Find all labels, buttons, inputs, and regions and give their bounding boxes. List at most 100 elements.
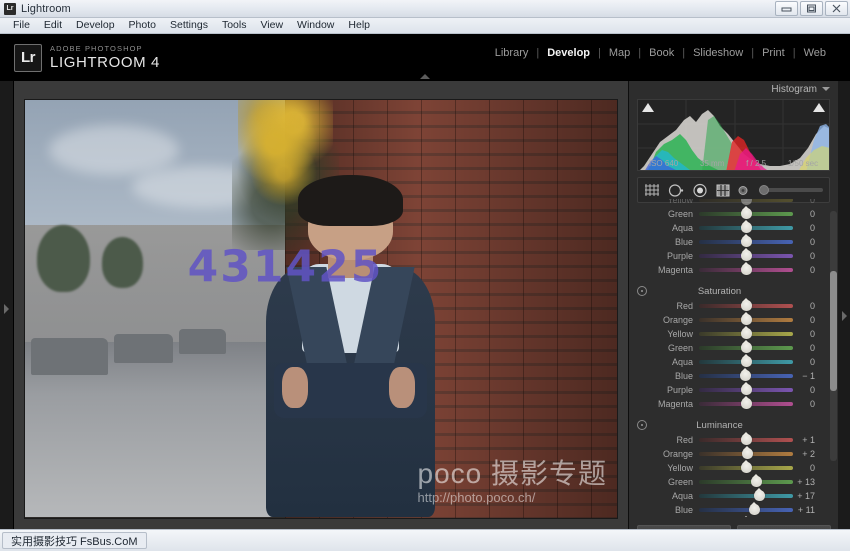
hsl-row-knob[interactable] [741,314,752,325]
module-print[interactable]: Print [754,47,793,59]
hsl-row[interactable]: Red 0 [629,299,826,313]
menu-item-view[interactable]: View [253,18,290,33]
adjustment-brush-tool-icon[interactable] [738,184,750,197]
hsl-row-track[interactable] [699,508,793,512]
maximize-button[interactable] [800,1,823,16]
hsl-row-track[interactable] [699,226,793,230]
menu-item-settings[interactable]: Settings [163,18,215,33]
left-panel-collapse-strip[interactable] [0,81,14,536]
histogram-widget[interactable]: ISO 640 35 mm f / 2.5 1/50 sec [637,99,830,171]
hsl-row-knob[interactable] [741,264,752,275]
hsl-row[interactable]: Purple 0 [629,383,826,397]
hsl-row[interactable]: Red + 1 [629,433,826,447]
spot-removal-tool-icon[interactable] [668,183,685,198]
histogram-shadow-clip-icon[interactable] [642,103,654,112]
hsl-row-track[interactable] [699,388,793,392]
right-panel-scroll-thumb[interactable] [830,271,837,391]
module-web[interactable]: Web [796,47,834,59]
hsl-row[interactable]: Orange 0 [629,313,826,327]
hsl-row[interactable]: Aqua 0 [629,355,826,369]
chevron-down-icon[interactable] [822,87,830,91]
hsl-row-knob[interactable] [741,462,752,473]
brush-size-slider-knob[interactable] [759,185,769,195]
histogram-header[interactable]: Histogram [629,81,838,97]
minimize-button[interactable] [775,1,798,16]
hsl-row-knob[interactable] [742,448,753,459]
menu-item-tools[interactable]: Tools [215,18,254,33]
hsl-row-track[interactable] [699,402,793,406]
hsl-row-knob[interactable] [741,208,752,219]
target-adjust-icon[interactable] [637,286,647,296]
target-adjust-icon[interactable] [637,420,647,430]
top-panel-collapse-arrow-icon[interactable] [420,74,430,79]
hsl-row-track[interactable] [699,254,793,258]
menu-item-file[interactable]: File [6,18,37,33]
hsl-row-track[interactable] [699,480,793,484]
menu-item-edit[interactable]: Edit [37,18,69,33]
graduated-filter-tool-icon[interactable] [715,183,731,198]
module-map[interactable]: Map [601,47,638,59]
hsl-row-track[interactable] [699,466,793,470]
right-panel-scrollbar[interactable] [830,211,837,461]
red-eye-tool-icon[interactable] [692,183,708,198]
hsl-row-track[interactable] [699,494,793,498]
menu-item-help[interactable]: Help [341,18,377,33]
hsl-row[interactable]: Blue 0 [629,235,826,249]
hsl-row[interactable]: Yellow 0 [629,461,826,475]
hsl-row-knob[interactable] [741,398,752,409]
hsl-row-track[interactable] [699,438,793,442]
hsl-row[interactable]: Yellow 0 [629,199,826,207]
hsl-row-track[interactable] [699,360,793,364]
menu-item-develop[interactable]: Develop [69,18,122,33]
hsl-row-knob[interactable] [740,370,751,381]
module-slideshow[interactable]: Slideshow [685,47,751,59]
hsl-row-track[interactable] [699,304,793,308]
hsl-row[interactable]: Green 0 [629,341,826,355]
hsl-row-track[interactable] [699,199,793,202]
brush-size-slider[interactable] [759,188,823,192]
hsl-row[interactable]: Blue + 11 [629,503,826,517]
hsl-row-knob[interactable] [754,490,765,501]
hsl-row-track[interactable] [699,346,793,350]
hsl-row-knob[interactable] [741,236,752,247]
module-library[interactable]: Library [487,47,537,59]
hsl-row-knob[interactable] [741,356,752,367]
hsl-row-knob[interactable] [741,328,752,339]
hsl-row[interactable]: Yellow 0 [629,327,826,341]
menu-item-window[interactable]: Window [290,18,341,33]
hsl-row-knob[interactable] [741,222,752,233]
hsl-row-track[interactable] [699,240,793,244]
hsl-row[interactable]: Aqua 0 [629,221,826,235]
hsl-row-knob[interactable] [741,199,752,205]
module-book[interactable]: Book [641,47,682,59]
module-develop[interactable]: Develop [539,47,598,59]
hsl-row[interactable]: Orange + 2 [629,447,826,461]
hsl-row-knob[interactable] [749,504,760,515]
hsl-row[interactable]: Green 0 [629,207,826,221]
photo-preview[interactable]: 431425 poco 摄影专题 http://photo.poco.ch/ [25,100,617,518]
hsl-row-knob[interactable] [741,300,752,311]
hsl-row[interactable]: Magenta 0 [629,263,826,277]
hsl-row[interactable]: Magenta 0 [629,397,826,411]
hsl-row[interactable]: Aqua + 17 [629,489,826,503]
hsl-row[interactable]: Green + 13 [629,475,826,489]
taskbar-item[interactable]: 实用摄影技巧 FsBus.CoM [2,532,147,549]
menu-item-photo[interactable]: Photo [122,18,163,33]
hsl-row-track[interactable] [699,268,793,272]
hsl-row-knob[interactable] [751,476,762,487]
hsl-row-track[interactable] [699,212,793,216]
crop-overlay-tool-icon[interactable] [644,183,661,198]
histogram-highlight-clip-icon[interactable] [813,103,825,112]
hsl-row[interactable]: Blue − 1 [629,369,826,383]
hsl-row-knob[interactable] [741,434,752,445]
hsl-row-track[interactable] [699,318,793,322]
hsl-row-track[interactable] [699,332,793,336]
right-panel-collapse-strip[interactable] [838,81,850,551]
hsl-row-track[interactable] [699,374,793,378]
hsl-row-knob[interactable] [741,250,752,261]
close-button[interactable] [825,1,848,16]
hsl-row-knob[interactable] [741,384,752,395]
hsl-row-knob[interactable] [741,342,752,353]
hsl-row[interactable]: Purple 0 [629,249,826,263]
hsl-row-track[interactable] [699,452,793,456]
